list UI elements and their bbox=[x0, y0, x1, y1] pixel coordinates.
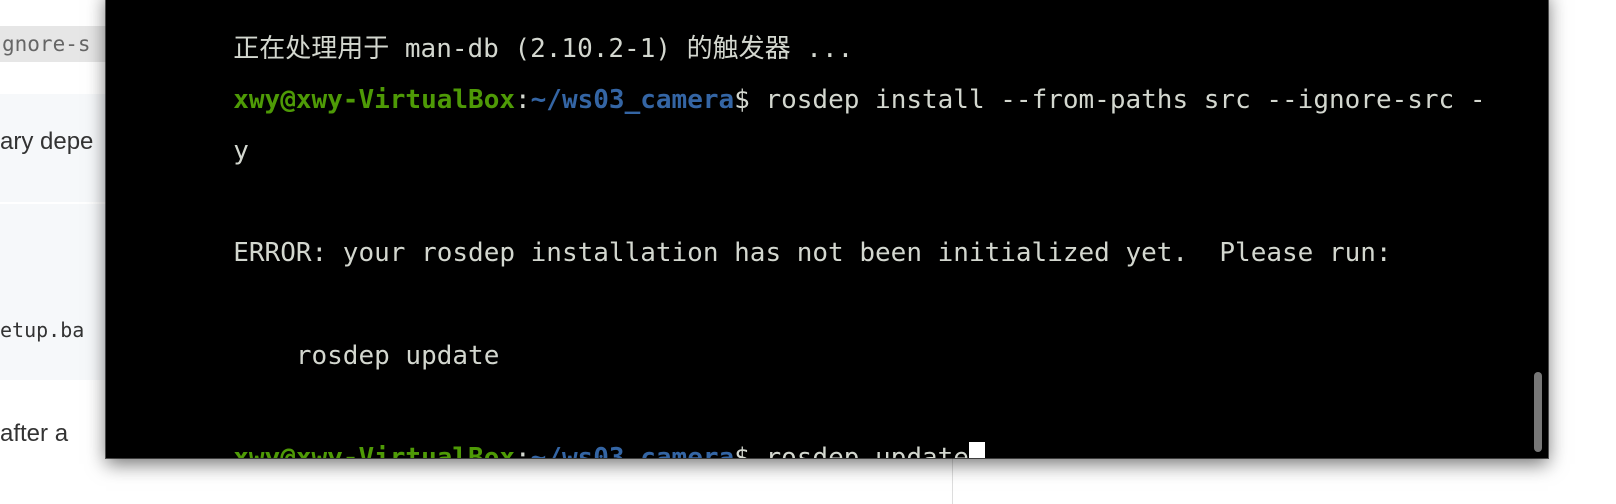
background-code-block bbox=[0, 204, 120, 380]
terminal-line-prompt-1: xwy@xwy-VirtualBox:~/ws03_camera$ rosdep… bbox=[108, 49, 1485, 115]
terminal-line-wrap: y bbox=[108, 100, 249, 166]
error-message: ERROR: your rosdep installation has not … bbox=[233, 238, 1392, 268]
prompt-path: ~/ws03_camera bbox=[530, 85, 735, 115]
terminal-line-trigger: 正在处理用于 man-db (2.10.2-1) 的触发器 ... bbox=[108, 0, 853, 64]
terminal-line-hint: rosdep update bbox=[108, 305, 500, 371]
background-code-line: etup.ba bbox=[0, 318, 85, 342]
text-cursor bbox=[968, 442, 985, 458]
background-divider bbox=[952, 458, 953, 504]
wrapped-command-tail: y bbox=[233, 136, 249, 166]
prompt-user-host: xwy@xwy-VirtualBox bbox=[233, 85, 515, 115]
background-text-line-2: after a bbox=[0, 420, 69, 447]
suggested-command: rosdep update bbox=[233, 341, 500, 371]
prompt-separator: : bbox=[515, 85, 531, 115]
background-code-snippet: gnore-s bbox=[0, 26, 112, 62]
background-text-line: ary depe bbox=[0, 128, 94, 155]
prompt-separator-2: : bbox=[515, 443, 531, 458]
terminal-output[interactable]: 正在处理用于 man-db (2.10.2-1) 的触发器 ... xwy@xw… bbox=[108, 0, 1528, 458]
prompt-user-host-2: xwy@xwy-VirtualBox bbox=[233, 443, 515, 458]
terminal-line-error: ERROR: your rosdep installation has not … bbox=[108, 202, 1391, 268]
terminal-window[interactable]: 正在处理用于 man-db (2.10.2-1) 的触发器 ... xwy@xw… bbox=[106, 0, 1548, 458]
current-command-input[interactable]: $ rosdep update bbox=[734, 443, 969, 458]
terminal-line-prompt-2[interactable]: xwy@xwy-VirtualBox:~/ws03_camera$ rosdep… bbox=[108, 407, 985, 458]
prompt-command: $ rosdep install --from-paths src --igno… bbox=[734, 85, 1486, 115]
terminal-scrollbar[interactable] bbox=[1534, 372, 1542, 452]
screen: gnore-s ary depe etup.ba after a 正在处理用于 … bbox=[0, 0, 1616, 504]
prompt-path-2: ~/ws03_camera bbox=[530, 443, 735, 458]
